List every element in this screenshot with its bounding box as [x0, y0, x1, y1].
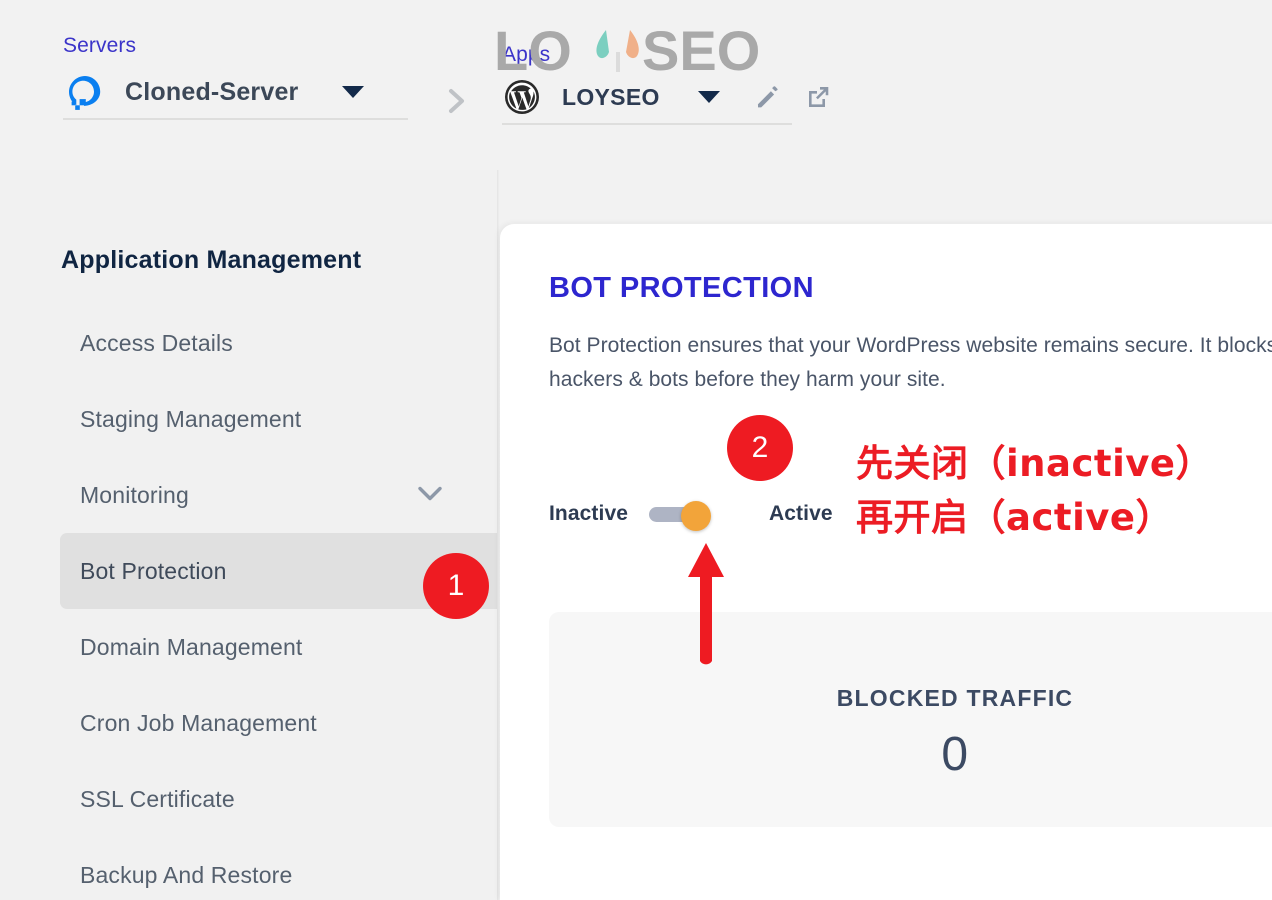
chevron-down-icon[interactable]: [416, 482, 444, 509]
breadcrumb-servers-label: Servers: [63, 34, 137, 57]
breadcrumb-apps-label: Apps: [502, 43, 551, 66]
annotation-badge-2: 2: [727, 415, 793, 481]
wordpress-icon: [502, 75, 542, 119]
sidebar-item-access-details[interactable]: Access Details: [0, 305, 500, 381]
sidebar-item-label: Bot Protection: [80, 557, 227, 584]
sidebar-item-backup-and-restore[interactable]: Backup And Restore: [0, 837, 500, 900]
sidebar-item-domain-management[interactable]: Domain Management: [0, 609, 500, 685]
sidebar-item-label: Access Details: [80, 329, 233, 356]
sidebar-item-label: Staging Management: [80, 405, 302, 432]
breadcrumb-servers: Servers Cloned-Server: [63, 33, 408, 120]
annotation-note-line-2: 再开启（active）: [856, 496, 1173, 539]
bot-protection-toggle-row: Inactive Active: [549, 501, 833, 531]
server-selector[interactable]: Cloned-Server: [63, 66, 408, 118]
toggle-label-inactive: Inactive: [549, 502, 629, 525]
annotation-badge-1-label: 1: [447, 569, 465, 602]
digitalocean-icon: [63, 70, 107, 114]
toggle-knob[interactable]: [681, 501, 712, 531]
app-caret-down-icon[interactable]: [697, 91, 720, 103]
blocked-traffic-card: BLOCKED TRAFFIC 0: [549, 612, 1272, 827]
page-description: Bot Protection ensures that your WordPre…: [549, 334, 1272, 391]
blocked-traffic-value: 0: [941, 728, 969, 781]
sidebar-item-ssl-certificate[interactable]: SSL Certificate: [0, 761, 500, 837]
sidebar-item-monitoring[interactable]: Monitoring: [0, 457, 500, 533]
toggle-label-active: Active: [769, 502, 833, 525]
arrow-up-icon: [686, 543, 726, 668]
sidebar-item-cron-job-management[interactable]: Cron Job Management: [0, 685, 500, 761]
breadcrumb-apps-underline: [502, 123, 792, 125]
sidebar-item-label: Backup And Restore: [80, 861, 293, 888]
sidebar-item-staging-management[interactable]: Staging Management: [0, 381, 500, 457]
annotation-badge-2-label: 2: [751, 431, 769, 464]
annotation-badge-1: 1: [423, 553, 489, 619]
main-panel: BOT PROTECTION Bot Protection ensures th…: [500, 224, 1272, 900]
page-title: BOT PROTECTION: [549, 272, 814, 304]
pencil-icon[interactable]: [754, 82, 782, 112]
app-selector[interactable]: LOYSEO: [502, 71, 828, 123]
app-name: LOYSEO: [562, 83, 660, 110]
app-root: Servers Cloned-Server Apps LOYSEO LO SEO…: [0, 0, 1272, 900]
bot-protection-toggle[interactable]: [649, 501, 713, 531]
blocked-traffic-title: BLOCKED TRAFFIC: [836, 685, 1074, 711]
sidebar: Application Management Access Details St…: [0, 170, 500, 900]
external-link-icon[interactable]: [804, 82, 832, 112]
annotation-note: 先关闭（inactive） 再开启（active）: [856, 437, 1213, 545]
breadcrumb-apps: Apps LOYSEO: [502, 42, 828, 125]
sidebar-item-label: Domain Management: [80, 633, 303, 660]
annotation-note-line-1: 先关闭（inactive）: [856, 442, 1214, 485]
caret-down-icon[interactable]: [341, 86, 364, 98]
sidebar-nav-list: Access Details Staging Management Monito…: [0, 305, 500, 900]
server-name: Cloned-Server: [125, 77, 299, 106]
sidebar-item-label: Monitoring: [80, 481, 189, 508]
breadcrumb-servers-underline: [63, 118, 408, 120]
chevron-right-icon: [444, 86, 470, 116]
sidebar-item-label: Cron Job Management: [80, 709, 317, 736]
sidebar-item-label: SSL Certificate: [80, 785, 235, 812]
sidebar-title: Application Management: [61, 246, 362, 274]
